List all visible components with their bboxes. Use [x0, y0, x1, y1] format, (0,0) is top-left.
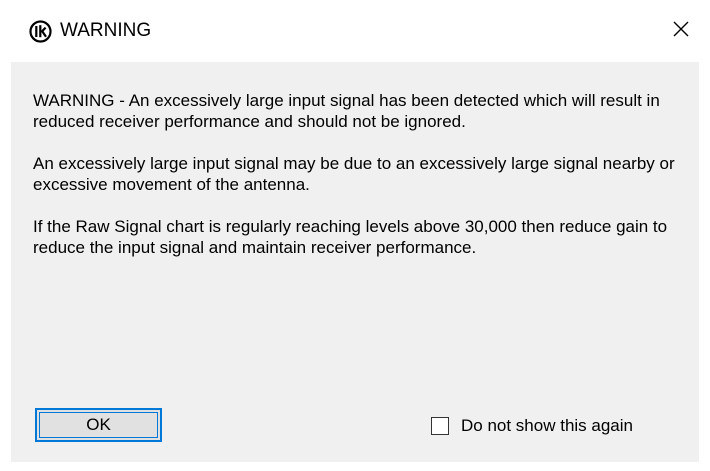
- window-title: WARNING: [60, 20, 152, 41]
- warning-dialog: WARNING WARNING - An excessively large i…: [0, 0, 710, 471]
- dont-show-again-checkbox[interactable]: [431, 417, 449, 435]
- message-paragraph: An excessively large input signal may be…: [33, 154, 675, 194]
- title-bar[interactable]: WARNING: [0, 0, 710, 62]
- close-button[interactable]: [664, 14, 698, 48]
- message-paragraph: WARNING - An excessively large input sig…: [33, 91, 660, 131]
- ik-logo-icon: [29, 20, 52, 43]
- dont-show-again-label[interactable]: Do not show this again: [461, 414, 633, 438]
- message-paragraph: If the Raw Signal chart is regularly rea…: [33, 217, 668, 257]
- warning-message: WARNING - An excessively large input sig…: [33, 90, 683, 279]
- dont-show-again-option[interactable]: Do not show this again: [431, 414, 633, 438]
- dialog-body: WARNING - An excessively large input sig…: [11, 62, 699, 462]
- close-icon: [673, 21, 689, 42]
- ok-button-label: OK: [86, 415, 111, 434]
- ok-button[interactable]: OK: [35, 408, 162, 442]
